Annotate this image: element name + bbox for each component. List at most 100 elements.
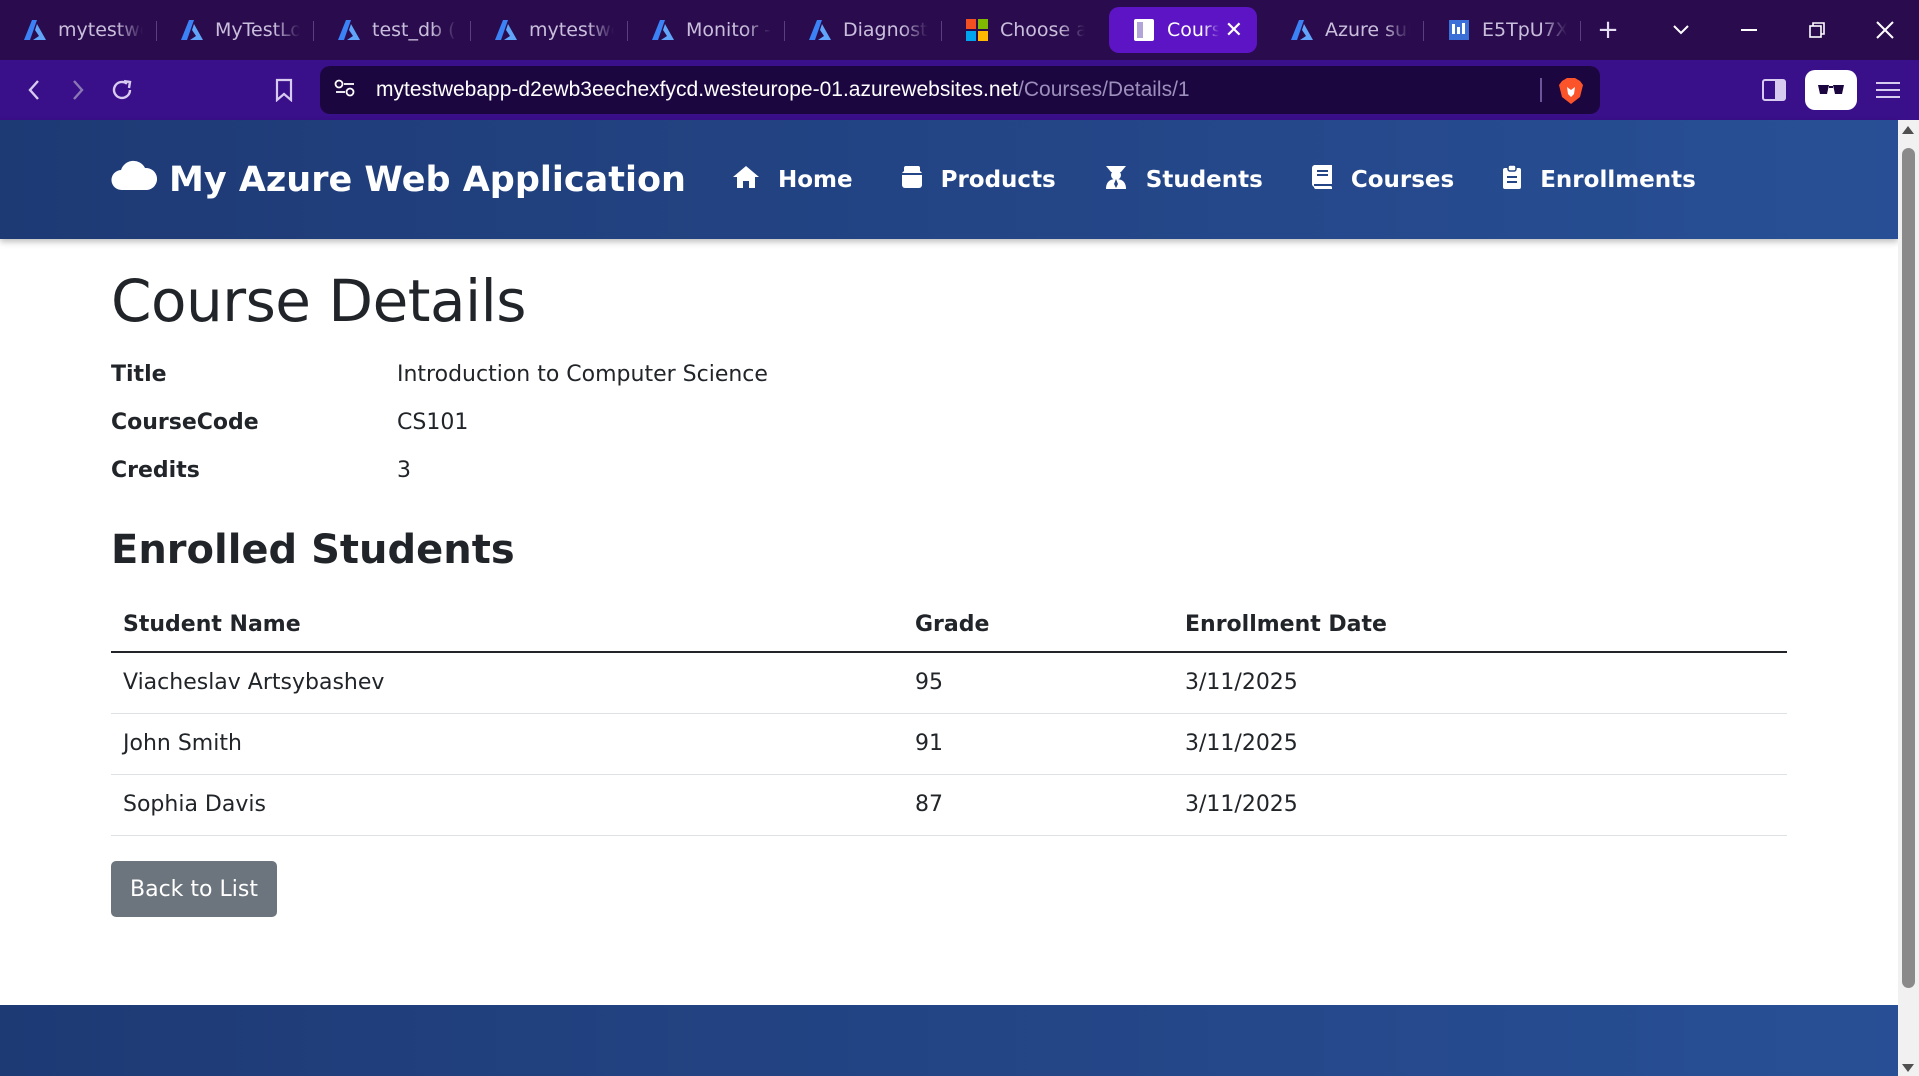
reader-glasses-icon[interactable] <box>1805 70 1857 110</box>
nav-enrollments-label: Enrollments <box>1540 166 1696 193</box>
nav-courses[interactable]: Courses <box>1311 164 1454 196</box>
box-icon <box>901 165 941 195</box>
close-tab-icon[interactable]: ✕ <box>1225 18 1243 43</box>
azure-icon <box>650 17 676 43</box>
browser-tab[interactable]: MyTestLogs <box>157 7 314 53</box>
tab-title: MyTestLogs <box>215 19 300 41</box>
detail-label: Title <box>111 361 167 387</box>
tab-title: Diagnostic <box>843 19 928 41</box>
site-settings-icon[interactable] <box>334 79 356 101</box>
app-navbar: My Azure Web Application Home Products S… <box>0 120 1898 239</box>
tab-title: E5TpU7XC <box>1482 19 1567 41</box>
minimize-icon[interactable] <box>1715 0 1783 60</box>
cell-student-name: Viacheslav Artsybashev <box>111 652 903 714</box>
url-text[interactable]: mytestwebapp-d2ewb3eechexfycd.westeurope… <box>376 78 1190 102</box>
cell-enrollment-date: 3/11/2025 <box>1173 774 1787 836</box>
vertical-scrollbar[interactable] <box>1898 120 1919 1076</box>
toolbar-right-controls <box>1749 60 1919 120</box>
home-icon <box>732 165 778 195</box>
back-to-list-button[interactable]: Back to List <box>111 860 277 917</box>
reload-icon[interactable] <box>100 68 144 112</box>
column-header-grade: Grade <box>903 598 1173 653</box>
azure-icon <box>179 17 205 43</box>
nav-home[interactable]: Home <box>732 165 853 195</box>
tab-title: Azure sub <box>1325 19 1410 41</box>
cell-grade: 87 <box>903 774 1173 836</box>
detail-label: CourseCode <box>111 409 259 435</box>
tab-title: test_db (m <box>372 19 457 41</box>
divider <box>1540 78 1542 102</box>
enrolled-students-table: Student Name Grade Enrollment Date Viach… <box>111 598 1787 836</box>
address-bar[interactable]: mytestwebapp-d2ewb3eechexfycd.westeurope… <box>320 66 1600 114</box>
tab-title: mytestwebapp <box>58 19 143 41</box>
brave-shields-icon[interactable] <box>1558 77 1584 105</box>
nav-students[interactable]: Students <box>1104 164 1263 196</box>
page-title: Course Details <box>111 267 527 335</box>
tab-list-chevron-icon[interactable] <box>1647 0 1715 60</box>
page-icon <box>1131 17 1157 43</box>
browser-tab[interactable]: Azure sub <box>1267 7 1424 53</box>
table-row: Sophia Davis 87 3/11/2025 <box>111 774 1787 836</box>
menu-icon[interactable] <box>1863 68 1913 112</box>
nav-students-label: Students <box>1145 166 1263 193</box>
nav-home-label: Home <box>777 166 853 193</box>
browser-tab[interactable]: Diagnostic <box>785 7 942 53</box>
browser-tab[interactable]: mytestwebapp <box>0 7 157 53</box>
scroll-down-icon[interactable] <box>1902 1064 1914 1072</box>
window-controls <box>1647 0 1919 60</box>
tab-title: Courses <box>1167 19 1219 41</box>
brand-link[interactable]: My Azure Web Application <box>111 159 686 200</box>
browser-tab-active[interactable]: Courses ✕ <box>1109 7 1257 53</box>
browser-tab[interactable]: Choose an <box>942 7 1099 53</box>
close-window-icon[interactable] <box>1851 0 1919 60</box>
nav-courses-label: Courses <box>1350 166 1455 193</box>
nav-products[interactable]: Products <box>901 165 1056 195</box>
doc-icon <box>1446 17 1472 43</box>
scrollbar-thumb[interactable] <box>1902 148 1915 988</box>
forward-arrow-icon[interactable] <box>56 68 100 112</box>
browser-tab[interactable]: test_db (m <box>314 7 471 53</box>
browser-tab-strip: mytestwebapp MyTestLogs test_db (m mytes… <box>0 0 1919 60</box>
detail-row-credits: Credits 3 <box>111 446 1787 494</box>
enrolled-students-heading: Enrolled Students <box>111 527 515 573</box>
azure-icon <box>22 17 48 43</box>
detail-label: Credits <box>111 457 200 483</box>
azure-icon <box>807 17 833 43</box>
column-header-date: Enrollment Date <box>1173 598 1787 653</box>
cell-student-name: Sophia Davis <box>111 774 903 836</box>
nav-products-label: Products <box>940 166 1056 193</box>
detail-value: CS101 <box>397 409 469 435</box>
restore-icon[interactable] <box>1783 0 1851 60</box>
book-icon <box>1311 164 1351 196</box>
azure-icon <box>336 17 362 43</box>
azure-icon <box>493 17 519 43</box>
scroll-up-icon[interactable] <box>1902 126 1914 134</box>
course-details-list: Title Introduction to Computer Science C… <box>111 350 1787 494</box>
table-header-row: Student Name Grade Enrollment Date <box>111 598 1787 653</box>
sidebar-toggle-icon[interactable] <box>1749 68 1799 112</box>
browser-tab[interactable]: mytestwebapp <box>471 7 628 53</box>
brand-title: My Azure Web Application <box>169 159 686 200</box>
back-arrow-icon[interactable] <box>12 68 56 112</box>
nav-enrollments[interactable]: Enrollments <box>1502 163 1696 196</box>
page-footer <box>0 1005 1898 1076</box>
cell-enrollment-date: 3/11/2025 <box>1173 713 1787 775</box>
tab-title: Monitor - <box>686 19 771 41</box>
cell-grade: 95 <box>903 652 1173 714</box>
table-row: John Smith 91 3/11/2025 <box>111 713 1787 775</box>
url-host: mytestwebapp-d2ewb3eechexfycd.westeurope… <box>376 78 1019 101</box>
detail-row-code: CourseCode CS101 <box>111 398 1787 446</box>
clipboard-icon <box>1502 163 1540 196</box>
browser-tab[interactable]: E5TpU7XC <box>1424 7 1581 53</box>
browser-tab[interactable]: Monitor - <box>628 7 785 53</box>
cell-enrollment-date: 3/11/2025 <box>1173 652 1787 714</box>
azure-icon <box>1289 17 1315 43</box>
detail-value: 3 <box>397 457 411 483</box>
bookmark-icon[interactable] <box>262 68 306 112</box>
graduate-icon <box>1104 164 1146 196</box>
tab-title: Choose an <box>1000 19 1085 41</box>
table-row: Viacheslav Artsybashev 95 3/11/2025 <box>111 652 1787 714</box>
cloud-icon <box>111 159 169 200</box>
detail-row-title: Title Introduction to Computer Science <box>111 350 1787 398</box>
new-tab-button[interactable]: + <box>1581 7 1635 53</box>
